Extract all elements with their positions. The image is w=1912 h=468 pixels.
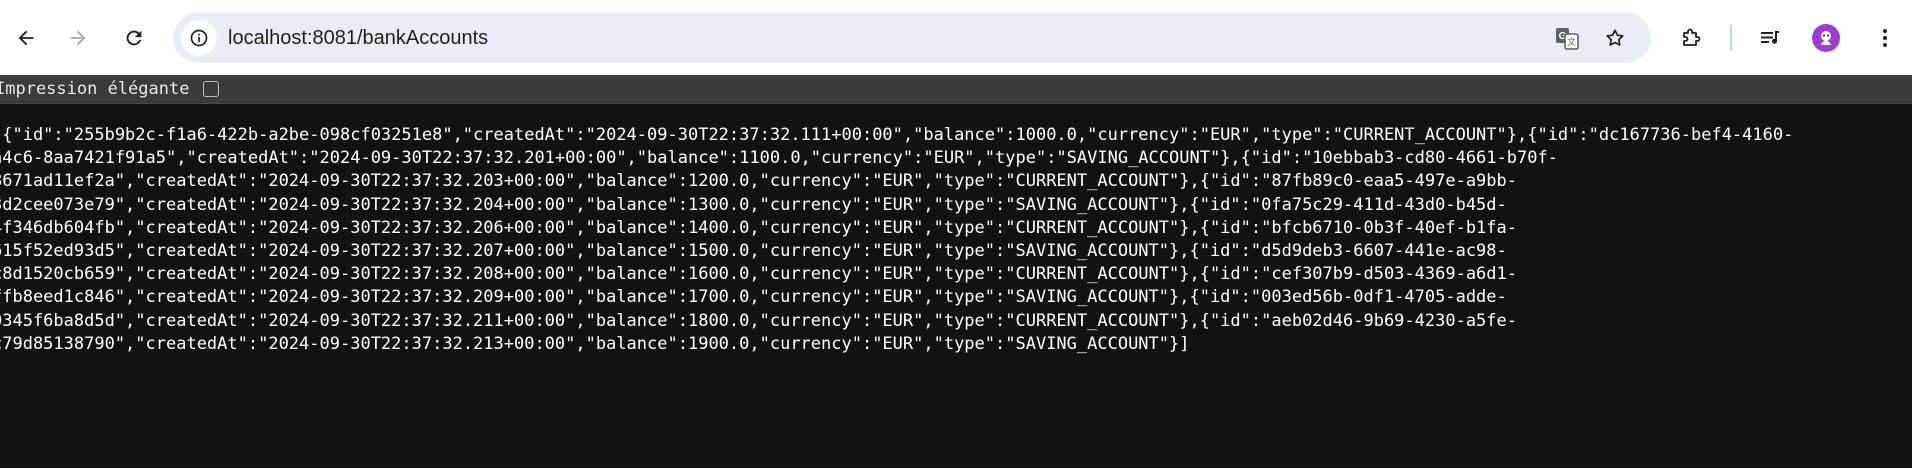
browser-menu-button[interactable]	[1865, 18, 1905, 58]
json-line: c8d1520cb659","createdAt":"2024-09-30T22…	[0, 264, 1517, 285]
translate-icon: G 文	[1556, 28, 1579, 50]
pretty-print-bar: Impression élégante	[0, 75, 1912, 104]
media-controls-button[interactable]	[1750, 18, 1790, 58]
star-icon	[1606, 29, 1624, 46]
json-content: [{"id":"255b9b2c-f1a6-422b-a2be-098cf032…	[0, 124, 1912, 356]
reload-icon	[126, 30, 142, 46]
avatar-icon	[1821, 31, 1831, 45]
json-line: 8671ad11ef2a","createdAt":"2024-09-30T22…	[0, 171, 1517, 192]
toolbar-divider	[1730, 25, 1732, 51]
media-queue-icon	[1761, 31, 1779, 44]
json-line: 615f52ed93d5","createdAt":"2024-09-30T22…	[0, 240, 1507, 261]
json-line: 4f346db604fb","createdAt":"2024-09-30T22…	[0, 217, 1517, 238]
browser-toolbar: localhost:8081/bankAccounts G 文	[0, 0, 1912, 75]
json-line: [{"id":"255b9b2c-f1a6-422b-a2be-098cf032…	[0, 125, 1794, 145]
arrow-left-icon	[18, 30, 34, 46]
json-line: a4c6-8aa7421f91a5","createdAt":"2024-09-…	[0, 148, 1558, 169]
arrow-right-icon	[70, 30, 86, 46]
svg-text:文: 文	[1567, 36, 1576, 48]
puzzle-icon	[1683, 28, 1701, 46]
forward-button[interactable]	[58, 18, 98, 58]
bookmark-button[interactable]	[1595, 18, 1635, 58]
info-icon	[190, 29, 208, 47]
json-line: 0345f6ba8d5d","createdAt":"2024-09-30T22…	[0, 310, 1517, 331]
translate-button[interactable]: G 文	[1547, 18, 1587, 58]
back-button[interactable]	[6, 18, 46, 58]
json-line: ffb8eed1c846","createdAt":"2024-09-30T22…	[0, 287, 1507, 308]
reload-button[interactable]	[114, 18, 154, 58]
profile-avatar[interactable]	[1812, 24, 1840, 52]
url-text[interactable]: localhost:8081/bankAccounts	[228, 13, 488, 63]
json-line: 3d2cee073e79","createdAt":"2024-09-30T22…	[0, 194, 1507, 215]
kebab-menu-icon	[1883, 29, 1887, 47]
pretty-print-checkbox[interactable]	[203, 81, 219, 97]
address-bar[interactable]: localhost:8081/bankAccounts G 文	[173, 13, 1651, 63]
json-line: c79d85138790","createdAt":"2024-09-30T22…	[0, 333, 1190, 354]
site-info-button[interactable]	[181, 20, 217, 56]
pretty-print-label: Impression élégante	[0, 79, 190, 99]
extensions-button[interactable]	[1671, 18, 1711, 58]
